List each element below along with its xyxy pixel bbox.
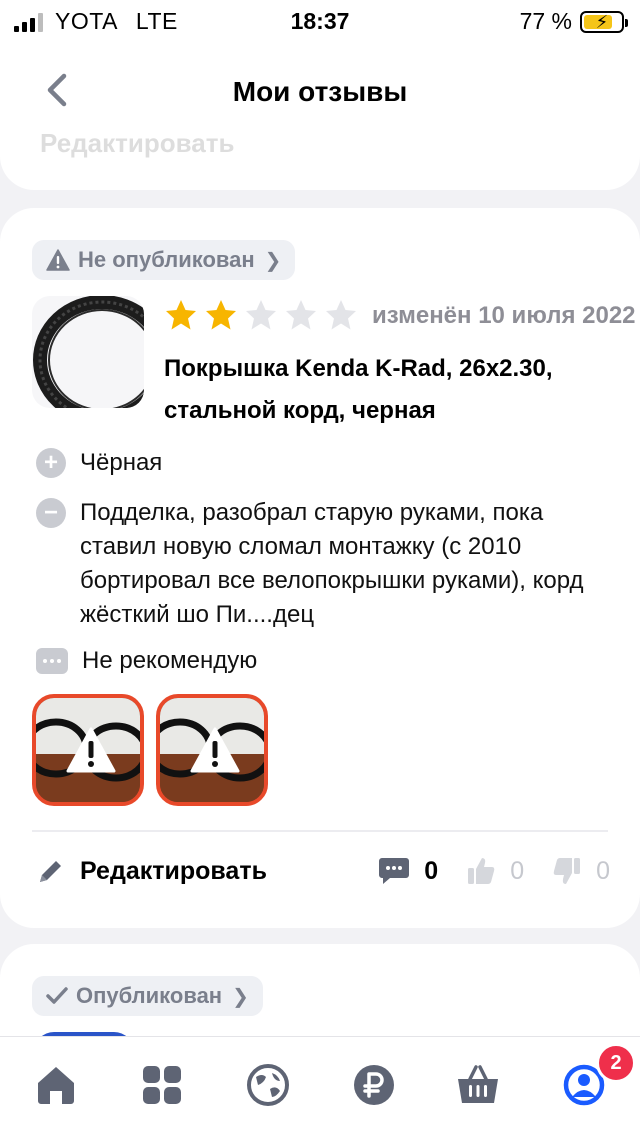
comments-count: 0 <box>424 856 439 885</box>
pros-text: Чёрная <box>80 449 163 476</box>
chevron-right-icon: ❯ <box>264 249 282 272</box>
comment-icon <box>36 648 68 674</box>
thumbs-up-icon <box>468 858 495 884</box>
checkmark-icon <box>46 987 68 1004</box>
status-badge-unpublished[interactable]: Не опубликован ❯ <box>32 240 296 280</box>
tire-image <box>33 296 144 408</box>
comments-counter[interactable]: 0 <box>378 856 438 886</box>
warning-icon <box>46 249 70 271</box>
edit-label: Редактировать <box>80 856 267 885</box>
likes-counter[interactable]: 0 <box>466 856 524 886</box>
status-badge-published[interactable]: Опубликован ❯ <box>32 976 263 1016</box>
explore-globe-icon[interactable] <box>246 1063 290 1107</box>
product-thumbnail[interactable] <box>32 296 144 408</box>
screen: YOTA LTE 18:37 77 % ⚡ Редактировать Мои … <box>0 0 640 1136</box>
thumbs-down-icon <box>553 858 581 884</box>
star-filled-icon <box>166 300 196 330</box>
profile-notification-badge: 2 <box>596 1043 636 1083</box>
product-title[interactable]: Покрышка Kenda K-Rad, 26x2.30, стальной … <box>164 348 624 432</box>
star-empty-icon <box>246 300 276 330</box>
cons-row: − Подделка, разобрал старую руками, пока… <box>36 496 596 632</box>
status-right: 77 % ⚡ <box>519 8 628 35</box>
previous-edit-label[interactable]: Редактировать <box>40 128 234 159</box>
review-counters: 0 0 0 <box>350 856 610 886</box>
review-photo-2[interactable] <box>156 694 268 806</box>
comments-icon <box>379 858 410 884</box>
pros-row: + Чёрная <box>36 446 162 480</box>
star-empty-icon <box>326 300 356 330</box>
star-empty-icon <box>286 300 316 330</box>
rating-stars <box>164 298 358 332</box>
review-photo-1[interactable] <box>32 694 144 806</box>
review-card: Не опубликован ❯ изменён 10 июля 2022 По… <box>0 208 640 928</box>
comment-text: Не рекомендую <box>82 647 258 674</box>
status-bar: YOTA LTE 18:37 77 % ⚡ <box>0 0 640 44</box>
likes-count: 0 <box>510 856 525 885</box>
navigation-bar: Мои отзывы <box>0 44 640 130</box>
pencil-icon <box>40 861 61 882</box>
warning-icon <box>190 727 240 773</box>
status-label: Опубликован <box>76 983 223 1008</box>
battery-percent: 77 % <box>519 8 572 34</box>
status-label: Не опубликован <box>78 247 255 272</box>
cons-text: Подделка, разобрал старую руками, пока с… <box>80 499 584 628</box>
catalog-grid-icon[interactable] <box>140 1063 184 1107</box>
battery-icon: ⚡ <box>580 10 628 33</box>
dislikes-counter[interactable]: 0 <box>552 856 610 886</box>
home-icon[interactable] <box>34 1063 78 1107</box>
minus-icon: − <box>36 498 66 528</box>
edit-button[interactable]: Редактировать <box>36 856 267 886</box>
chevron-right-icon: ❯ <box>232 985 249 1008</box>
page-title: Мои отзывы <box>232 76 408 107</box>
dislikes-count: 0 <box>596 856 610 885</box>
cart-basket-icon[interactable] <box>456 1063 500 1107</box>
warning-icon <box>66 727 116 773</box>
changed-date: изменён 10 июля 2022 <box>372 302 636 329</box>
tab-bar: 2 <box>0 1036 640 1136</box>
comment-row: Не рекомендую <box>36 644 257 678</box>
ruble-icon[interactable] <box>352 1063 396 1107</box>
plus-icon: + <box>36 448 66 478</box>
star-filled-icon <box>206 300 236 330</box>
divider <box>32 830 608 832</box>
